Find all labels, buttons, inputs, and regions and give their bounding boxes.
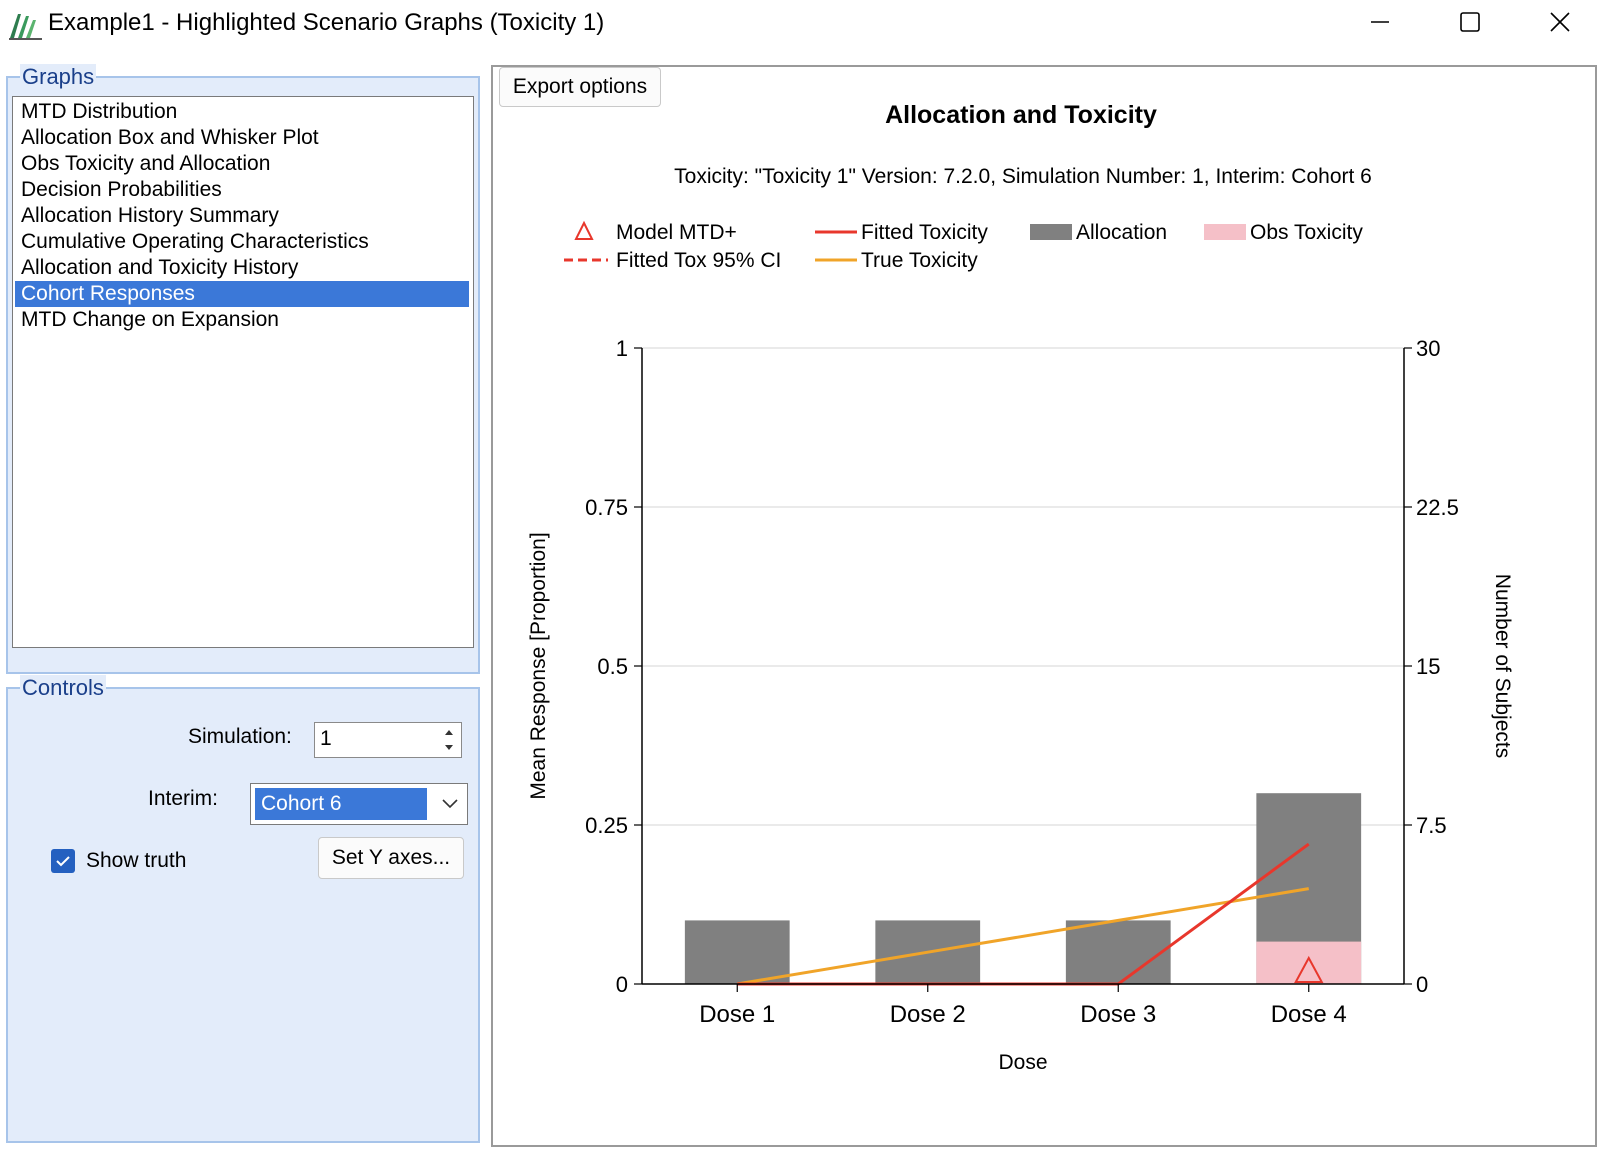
bar-obs-toxicity (1256, 941, 1362, 984)
controls-group-label: Controls (20, 675, 106, 701)
graph-item-allocation-box-whisker[interactable]: Allocation Box and Whisker Plot (15, 125, 469, 151)
y-tick-label: 0.75 (585, 495, 628, 520)
x-axis-label: Dose (998, 1051, 1047, 1074)
interim-selected-value: Cohort 6 (255, 788, 427, 820)
simulation-label: Simulation: (188, 725, 292, 748)
chevron-down-icon (442, 799, 458, 809)
graph-item-decision-probabilities[interactable]: Decision Probabilities (15, 177, 469, 203)
maximize-button[interactable] (1430, 0, 1510, 44)
legend-triangle-icon (574, 220, 594, 240)
spin-down-icon[interactable] (440, 740, 458, 755)
chart-svg: Allocation and Toxicity Toxicity: "Toxici… (527, 101, 1514, 1074)
x-tick-label: Dose 3 (1080, 1001, 1156, 1028)
graphs-list[interactable]: MTD Distribution Allocation Box and Whis… (12, 96, 474, 648)
x-tick-label: Dose 4 (1271, 1001, 1347, 1028)
spin-up-icon[interactable] (440, 725, 458, 740)
maximize-icon (1460, 12, 1480, 32)
graph-item-mtd-distribution[interactable]: MTD Distribution (15, 99, 469, 125)
interim-dropdown[interactable]: Cohort 6 (250, 783, 468, 825)
minimize-button[interactable] (1340, 0, 1420, 44)
y2-tick-label: 30 (1416, 336, 1440, 361)
y-tick-label: 0.25 (585, 813, 628, 838)
legend-label-4: Fitted Tox 95% CI (616, 249, 781, 272)
chart-panel: Export options Allocation and Toxicity To… (491, 65, 1597, 1147)
y2-tick-label: 15 (1416, 654, 1440, 679)
x-tick-label: Dose 1 (699, 1001, 775, 1028)
close-button[interactable] (1520, 0, 1600, 44)
bar-allocation (1065, 920, 1171, 984)
y2-tick-label: 7.5 (1416, 813, 1447, 838)
interim-label: Interim: (148, 787, 219, 810)
legend-label-2: Allocation (1076, 221, 1167, 244)
set-y-axes-button[interactable]: Set Y axes... (318, 837, 464, 879)
graph-item-obs-toxicity-allocation[interactable]: Obs Toxicity and Allocation (15, 151, 469, 177)
graph-item-allocation-toxicity-history[interactable]: Allocation and Toxicity History (15, 255, 469, 281)
legend-box-icon (1030, 224, 1072, 240)
legend-label-1: Fitted Toxicity (861, 221, 988, 244)
graph-item-allocation-history-summary[interactable]: Allocation History Summary (15, 203, 469, 229)
y2-tick-label: 0 (1416, 972, 1428, 997)
bar-allocation (684, 920, 790, 984)
controls-group: Controls Simulation: 1 Interim: Cohort 6… (6, 675, 480, 1143)
y-tick-label: 0.5 (597, 654, 628, 679)
y-tick-label: 1 (616, 336, 628, 361)
x-tick-label: Dose 2 (890, 1001, 966, 1028)
y-axis-label: Mean Response [Proportion] (527, 532, 550, 799)
y2-tick-label: 22.5 (1416, 495, 1459, 520)
show-truth-label: Show truth (86, 849, 187, 872)
series-line-fitted-toxicity (737, 842, 1310, 986)
legend-label-3: Obs Toxicity (1250, 221, 1363, 244)
graph-item-cohort-responses[interactable]: Cohort Responses (15, 281, 469, 307)
simulation-value: 1 (320, 727, 332, 750)
chart-title: Allocation and Toxicity (885, 101, 1157, 129)
graphs-group-label: Graphs (20, 64, 97, 90)
legend-label-5: True Toxicity (861, 249, 978, 272)
checkmark-icon (56, 856, 70, 867)
close-icon (1550, 12, 1570, 32)
legend-box-icon (1204, 224, 1246, 240)
chart-subtitle: Toxicity: "Toxicity 1" Version: 7.2.0, S… (674, 165, 1372, 188)
y2-axis-label: Number of Subjects (1491, 574, 1514, 758)
graph-item-mtd-change-expansion[interactable]: MTD Change on Expansion (15, 307, 469, 333)
y-tick-label: 0 (616, 972, 628, 997)
series-line-true-toxicity (737, 887, 1309, 986)
app-logo-icon (9, 14, 42, 40)
window-title: Example1 - Highlighted Scenario Graphs (… (48, 9, 605, 36)
graphs-group: Graphs MTD Distribution Allocation Box a… (6, 64, 480, 674)
graph-item-cumulative-operating-characteristics[interactable]: Cumulative Operating Characteristics (15, 229, 469, 255)
title-bar: Example1 - Highlighted Scenario Graphs (… (0, 0, 1604, 52)
minimize-icon (1371, 21, 1389, 23)
show-truth-checkbox[interactable] (51, 849, 75, 873)
legend-label-0: Model MTD+ (616, 221, 737, 244)
simulation-spinner[interactable]: 1 (314, 722, 462, 758)
